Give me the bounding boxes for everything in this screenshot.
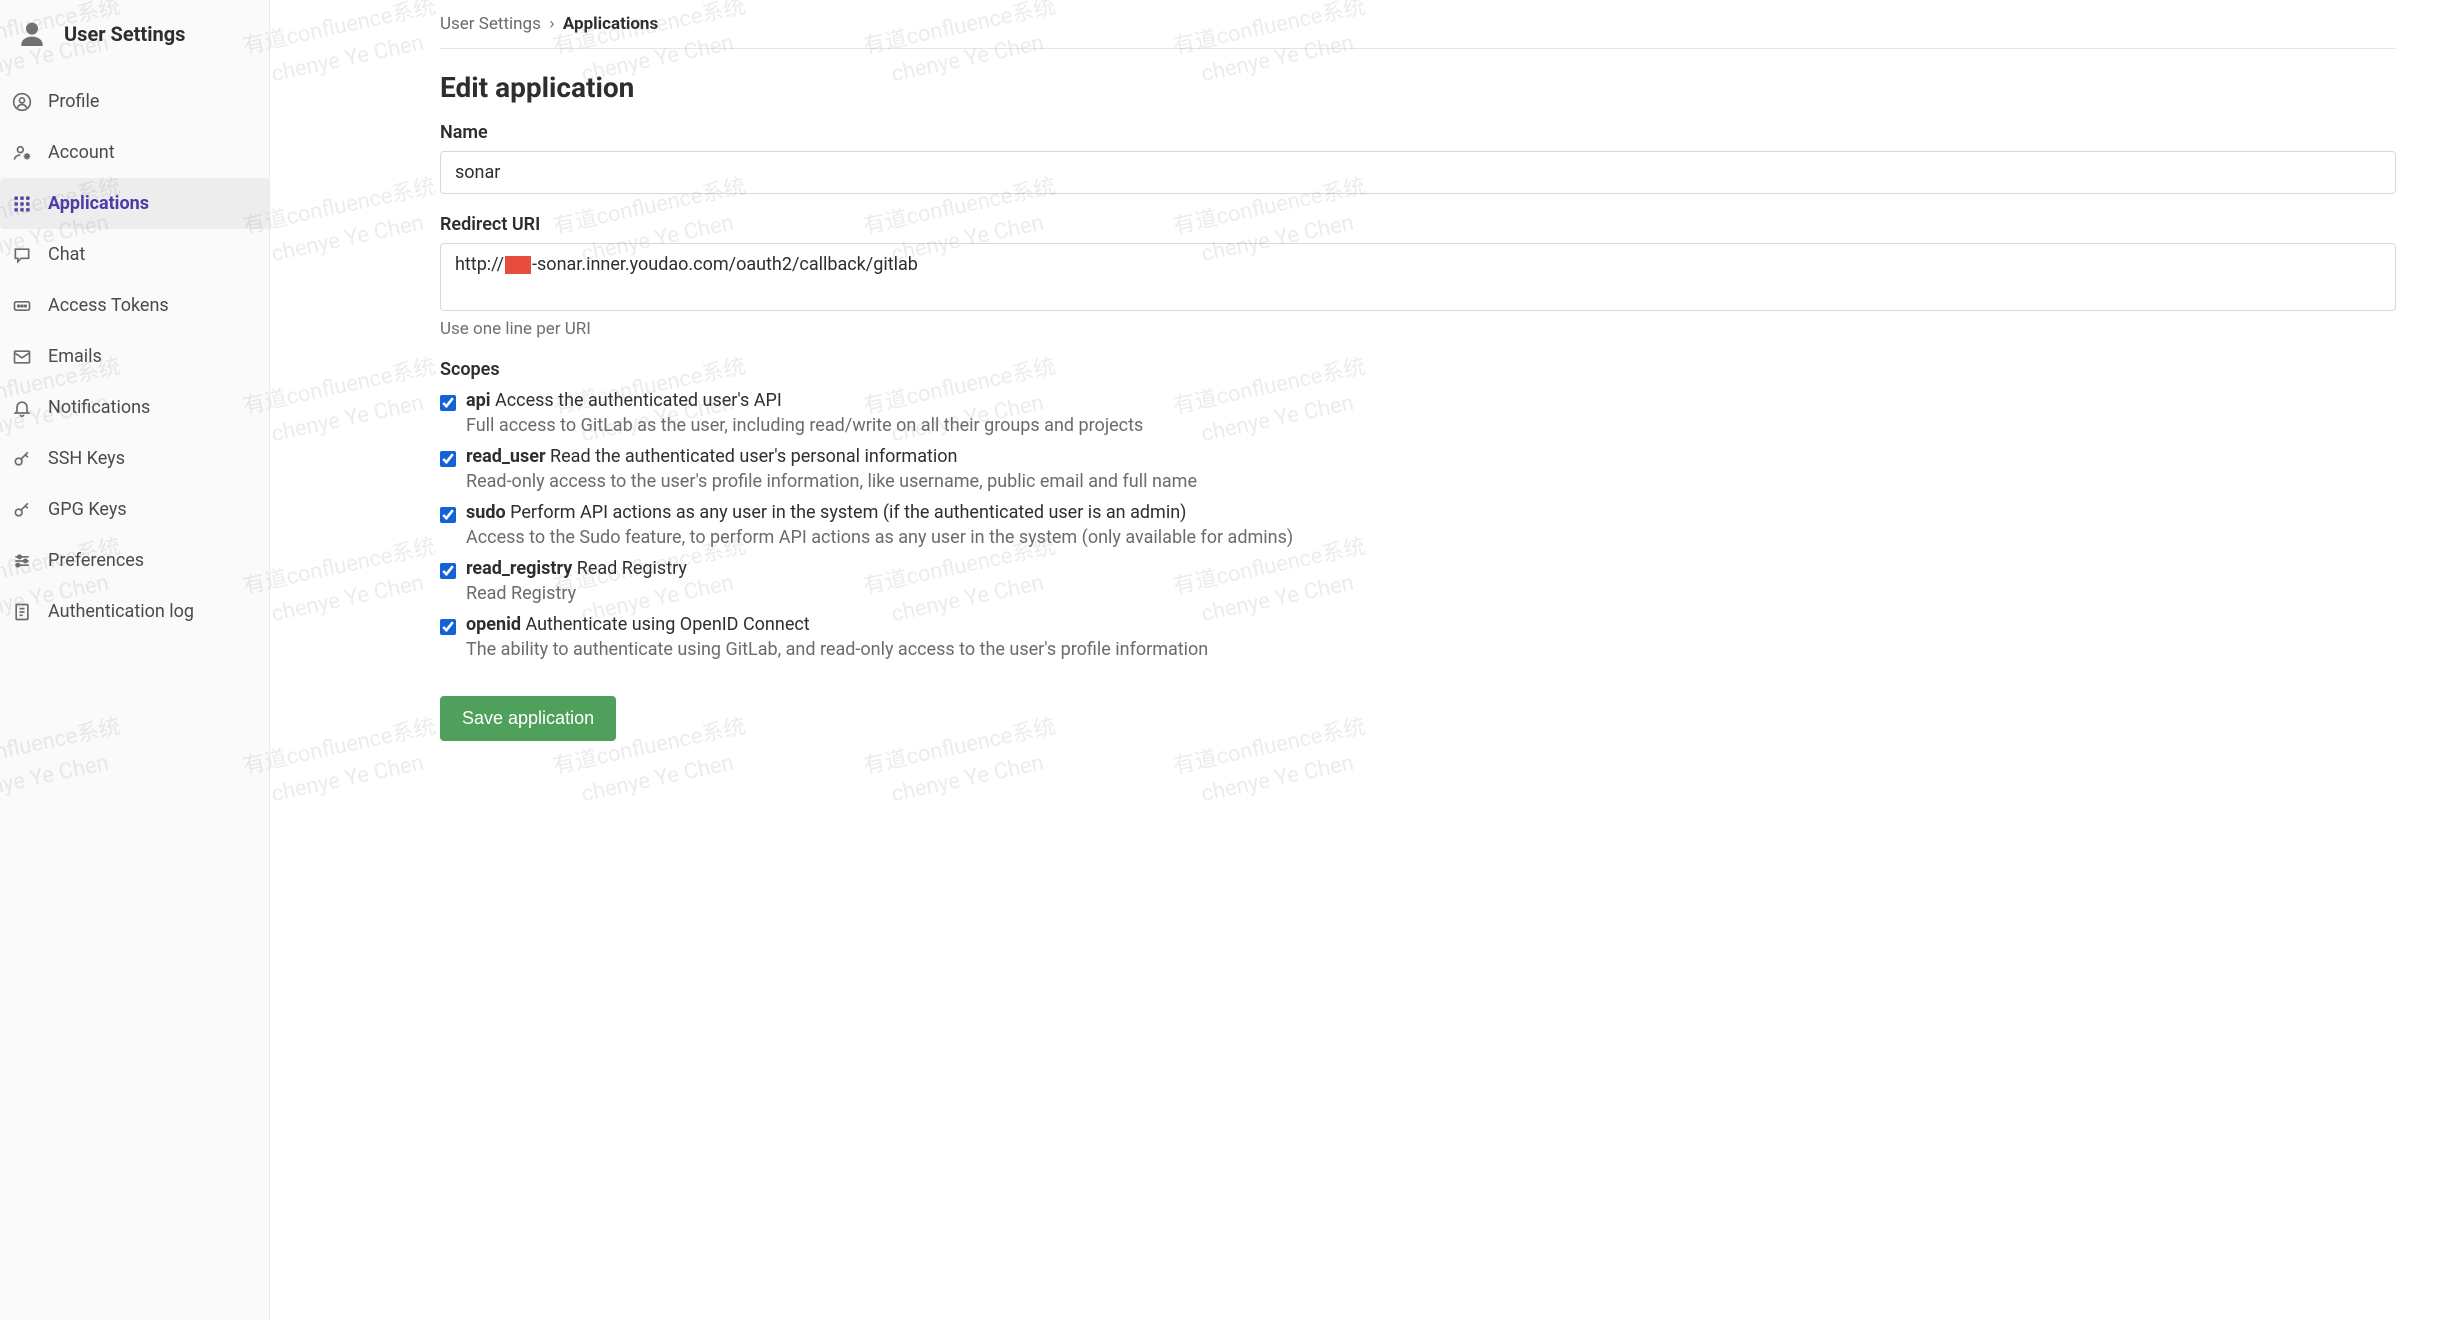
scope-row-sudo: sudo Perform API actions as any user in … — [440, 502, 2396, 523]
redirect-uri-input[interactable]: http://-sonar.inner.youdao.com/oauth2/ca… — [440, 243, 2396, 311]
sidebar-item-label: Applications — [48, 193, 149, 214]
page-title: Edit application — [440, 71, 2396, 104]
scope-desc: The ability to authenticate using GitLab… — [466, 639, 2396, 660]
gpg-keys-icon — [12, 500, 32, 520]
scope-summary: Read Registry — [577, 558, 687, 579]
sidebar-item-preferences[interactable]: Preferences — [0, 535, 269, 586]
sidebar-item-label: Authentication log — [48, 601, 194, 622]
scope-checkbox-read-registry[interactable] — [440, 563, 456, 579]
redirect-uri-help: Use one line per URI — [440, 319, 2396, 339]
ssh-keys-icon — [12, 449, 32, 469]
applications-icon — [12, 194, 32, 214]
scope-desc: Read Registry — [466, 583, 2396, 604]
scope-desc: Full access to GitLab as the user, inclu… — [466, 415, 2396, 436]
name-label: Name — [440, 122, 2396, 143]
sidebar-nav: Profile Account Applications Chat Access… — [0, 68, 269, 637]
scope-checkbox-sudo[interactable] — [440, 507, 456, 523]
sidebar-item-label: SSH Keys — [48, 448, 125, 469]
scope-desc: Read-only access to the user's profile i… — [466, 471, 2396, 492]
emails-icon — [12, 347, 32, 367]
scope-name: sudo — [466, 502, 506, 523]
sidebar-item-applications[interactable]: Applications — [0, 178, 269, 229]
form-group-scopes: Scopes api Access the authenticated user… — [440, 359, 2396, 660]
sidebar-item-label: Access Tokens — [48, 295, 169, 316]
account-icon — [12, 143, 32, 163]
sidebar-item-label: Chat — [48, 244, 85, 265]
sidebar-title: User Settings — [64, 22, 185, 46]
preferences-icon — [12, 551, 32, 571]
scope-name: read_user — [466, 446, 546, 467]
scope-desc: Access to the Sudo feature, to perform A… — [466, 527, 2396, 548]
user-avatar-icon — [16, 18, 48, 50]
sidebar-item-emails[interactable]: Emails — [0, 331, 269, 382]
main-content: User Settings › Applications Edit applic… — [270, 0, 2446, 1320]
sidebar-item-label: Account — [48, 142, 115, 163]
sidebar: User Settings Profile Account Applicatio… — [0, 0, 270, 1320]
breadcrumb: User Settings › Applications — [440, 14, 2396, 49]
save-application-button[interactable]: Save application — [440, 696, 616, 741]
chat-icon — [12, 245, 32, 265]
sidebar-header: User Settings — [0, 0, 269, 68]
scopes-label: Scopes — [440, 359, 2396, 380]
sidebar-item-label: Emails — [48, 346, 102, 367]
redirect-uri-label: Redirect URI — [440, 214, 2396, 235]
redacted-block — [505, 256, 531, 274]
scope-summary: Access the authenticated user's API — [495, 390, 782, 411]
sidebar-item-ssh-keys[interactable]: SSH Keys — [0, 433, 269, 484]
scope-row-read-user: read_user Read the authenticated user's … — [440, 446, 2396, 467]
form-group-name: Name — [440, 122, 2396, 194]
scope-checkbox-api[interactable] — [440, 395, 456, 411]
name-input[interactable] — [440, 151, 2396, 194]
scope-name: read_registry — [466, 558, 572, 579]
sidebar-item-profile[interactable]: Profile — [0, 76, 269, 127]
breadcrumb-parent[interactable]: User Settings — [440, 14, 541, 34]
sidebar-item-authentication-log[interactable]: Authentication log — [0, 586, 269, 637]
sidebar-item-notifications[interactable]: Notifications — [0, 382, 269, 433]
scope-row-api: api Access the authenticated user's API — [440, 390, 2396, 411]
scope-summary: Authenticate using OpenID Connect — [525, 614, 809, 635]
breadcrumb-separator: › — [549, 14, 554, 34]
scope-summary: Perform API actions as any user in the s… — [510, 502, 1186, 523]
form-group-redirect-uri: Redirect URI http://-sonar.inner.youdao.… — [440, 214, 2396, 339]
profile-icon — [12, 92, 32, 112]
sidebar-item-access-tokens[interactable]: Access Tokens — [0, 280, 269, 331]
sidebar-item-label: GPG Keys — [48, 499, 127, 520]
scope-checkbox-openid[interactable] — [440, 619, 456, 635]
sidebar-item-chat[interactable]: Chat — [0, 229, 269, 280]
access-tokens-icon — [12, 296, 32, 316]
scope-row-read-registry: read_registry Read Registry — [440, 558, 2396, 579]
scope-name: api — [466, 390, 491, 411]
sidebar-item-account[interactable]: Account — [0, 127, 269, 178]
scope-checkbox-read-user[interactable] — [440, 451, 456, 467]
scope-name: openid — [466, 614, 521, 635]
sidebar-item-gpg-keys[interactable]: GPG Keys — [0, 484, 269, 535]
breadcrumb-current: Applications — [563, 14, 658, 34]
authentication-log-icon — [12, 602, 32, 622]
scope-row-openid: openid Authenticate using OpenID Connect — [440, 614, 2396, 635]
sidebar-item-label: Notifications — [48, 397, 150, 418]
scope-summary: Read the authenticated user's personal i… — [550, 446, 957, 467]
notifications-icon — [12, 398, 32, 418]
sidebar-item-label: Preferences — [48, 550, 144, 571]
sidebar-item-label: Profile — [48, 91, 99, 112]
